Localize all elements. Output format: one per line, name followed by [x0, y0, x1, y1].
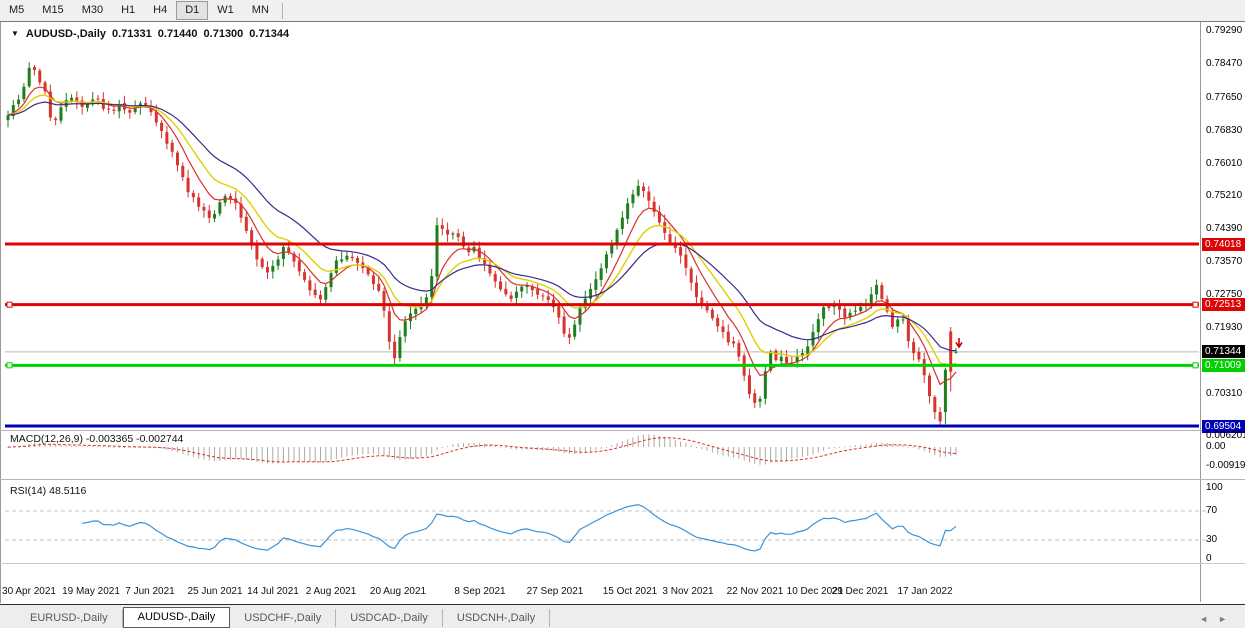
- price-axis-tick: 0.79290: [1206, 25, 1245, 36]
- tab-audusddaily[interactable]: AUDUSD-,Daily: [123, 607, 231, 628]
- macd-value-2: -0.002744: [136, 433, 183, 445]
- rsi-axis-tick: 30: [1206, 534, 1245, 545]
- price-axis-tick: 0.71930: [1206, 322, 1245, 333]
- price-axis-tick: 0.73570: [1206, 256, 1245, 267]
- price-axis-tick: 0.77650: [1206, 92, 1245, 103]
- tab-usdcaddaily[interactable]: USDCAD-,Daily: [336, 609, 443, 627]
- price-level-label-0.71009: 0.71009: [1202, 359, 1245, 372]
- tab-scroll-arrows: ◄►: [1199, 614, 1237, 624]
- moving-average-medium: [8, 95, 956, 365]
- line-handle[interactable]: [1193, 302, 1198, 307]
- line-handle[interactable]: [7, 302, 12, 307]
- price-chart-canvas[interactable]: [0, 0, 1245, 628]
- rsi-axis-tick: 0: [1206, 553, 1245, 564]
- date-axis-label: 3 Nov 2021: [652, 586, 724, 597]
- price-axis-tick: 0.74390: [1206, 223, 1245, 234]
- line-handle[interactable]: [7, 363, 12, 368]
- tab-usdcnhdaily[interactable]: USDCNH-,Daily: [443, 609, 550, 627]
- date-axis-label: 7 Jun 2021: [114, 586, 186, 597]
- rsi-value: 48.5116: [49, 485, 86, 497]
- tab-scroll-right-icon[interactable]: ►: [1218, 614, 1237, 624]
- macd-axis-tick: 0.006201: [1206, 430, 1245, 441]
- rsi-indicator-label: RSI(14) 48.5116: [10, 485, 86, 497]
- tab-eurusddaily[interactable]: EURUSD-,Daily: [16, 609, 123, 627]
- rsi-axis-tick: 100: [1206, 482, 1245, 493]
- rsi-line: [82, 505, 956, 551]
- date-axis-label: 2 Aug 2021: [295, 586, 367, 597]
- macd-value-1: -0.003365: [86, 433, 133, 445]
- macd-axis-tick: -0.009197: [1206, 460, 1245, 471]
- rsi-axis-tick: 70: [1206, 505, 1245, 516]
- sell-arrow-icon: [956, 338, 962, 347]
- tab-usdchfdaily[interactable]: USDCHF-,Daily: [230, 609, 336, 627]
- chart-tab-bar: EURUSD-,DailyAUDUSD-,DailyUSDCHF-,DailyU…: [0, 604, 1245, 628]
- price-axis-tick: 0.75210: [1206, 190, 1245, 201]
- date-axis-label: 17 Jan 2022: [889, 586, 961, 597]
- mt4-window: M5M15M30H1H4D1W1MN ▼AUDUSD-,Daily0.71331…: [0, 0, 1245, 628]
- date-axis-label: 8 Sep 2021: [444, 586, 516, 597]
- price-level-label-0.72513: 0.72513: [1202, 298, 1245, 311]
- chart-tabs: EURUSD-,DailyAUDUSD-,DailyUSDCHF-,DailyU…: [16, 607, 550, 628]
- price-axis-tick: 0.76830: [1206, 125, 1245, 136]
- date-axis-label: 27 Sep 2021: [519, 586, 591, 597]
- date-axis-label: 29 Dec 2021: [824, 586, 896, 597]
- macd-axis-tick: 0.00: [1206, 441, 1245, 452]
- price-axis-tick: 0.70310: [1206, 388, 1245, 399]
- price-axis-tick: 0.78470: [1206, 58, 1245, 69]
- tab-scroll-left-icon[interactable]: ◄: [1199, 614, 1218, 624]
- moving-average-slow: [8, 102, 956, 351]
- line-handle[interactable]: [1193, 363, 1198, 368]
- date-axis-label: 20 Aug 2021: [362, 586, 434, 597]
- price-level-label-0.71344: 0.71344: [1202, 345, 1245, 358]
- price-level-label-0.74018: 0.74018: [1202, 238, 1245, 251]
- price-axis-tick: 0.76010: [1206, 158, 1245, 169]
- macd-indicator-label: MACD(12,26,9) -0.003365 -0.002744: [10, 433, 183, 445]
